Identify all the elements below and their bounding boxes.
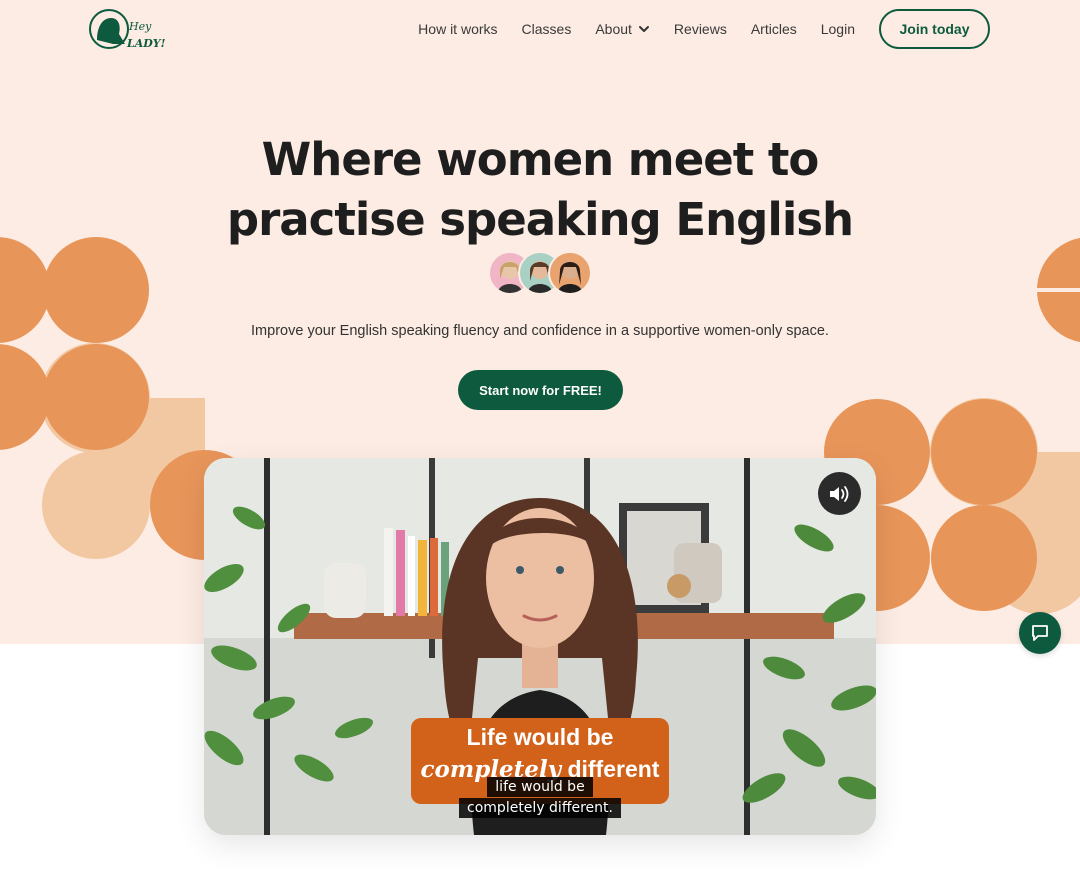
avatar-group [488,251,593,295]
video-caption-line-1: life would be [204,777,876,797]
start-free-button[interactable]: Start now for FREE! [458,370,623,410]
svg-text:LADY!: LADY! [126,37,165,50]
video-caption-line-2: completely different. [204,798,876,818]
caption-text-1: life would be [487,777,593,797]
speaker-icon [829,485,848,502]
nav-login[interactable]: Login [821,21,855,37]
nav-how-it-works[interactable]: How it works [418,21,497,37]
join-today-button[interactable]: Join today [879,9,990,49]
chat-icon [1032,625,1048,641]
hero-subtitle: Improve your English speaking fluency an… [251,323,829,339]
chat-button[interactable] [1019,612,1061,654]
page-title: Where women meet to practise speaking En… [200,130,880,250]
nav-reviews[interactable]: Reviews [674,21,727,37]
svg-text:Hey: Hey [128,20,152,33]
chevron-down-icon [638,26,649,32]
avatar [548,251,592,295]
sound-toggle-button[interactable] [818,472,861,515]
nav-classes[interactable]: Classes [522,21,572,37]
title-line-1: Where women meet to [261,133,820,186]
intro-video[interactable]: Life would be completely different life … [204,458,876,835]
nav-about[interactable]: About [595,21,650,37]
main-nav: How it works Classes About Reviews Artic… [418,9,990,49]
brand-logo[interactable]: Hey LADY! [89,8,166,52]
caption-text-2: completely different. [459,798,621,818]
overlay-line-1: Life would be [466,724,614,750]
nav-articles[interactable]: Articles [751,21,797,37]
nav-about-label: About [595,21,632,37]
title-line-2: practise speaking English [226,193,854,246]
